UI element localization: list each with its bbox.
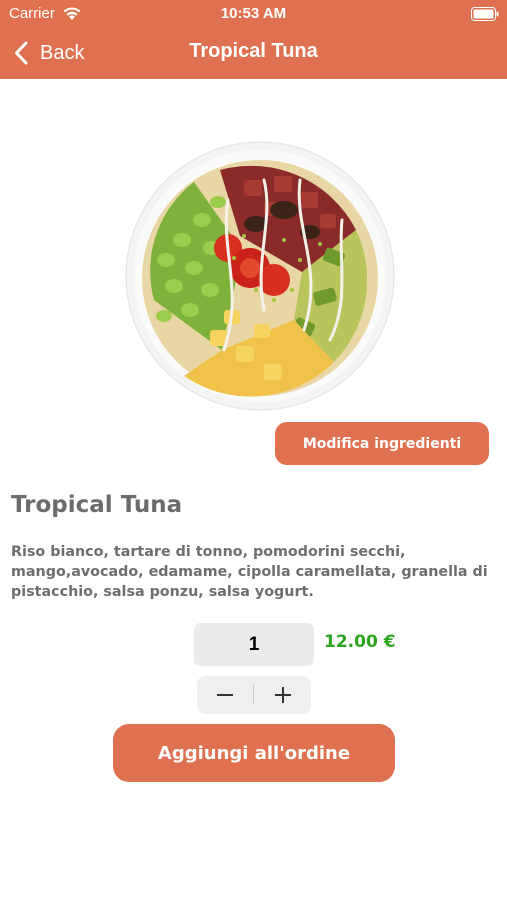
battery-icon [471,7,499,21]
product-image [125,141,395,411]
minus-icon [217,694,233,696]
header-bar: Carrier 10:53 AM Back Tropical Tuna [0,0,507,79]
status-bar: Carrier 10:53 AM [0,0,507,28]
nav-title: Tropical Tuna [189,40,318,62]
status-time: 10:53 AM [220,5,287,22]
increment-button[interactable] [255,676,311,714]
add-to-order-button[interactable]: Aggiungi all'ordine [113,724,395,782]
product-title: Tropical Tuna [11,492,183,518]
quantity-field[interactable]: 1 [194,623,314,666]
product-price: 12.00 € [324,632,396,652]
decrement-button[interactable] [197,676,253,714]
modify-ingredients-button[interactable]: Modifica ingredienti [275,422,489,465]
navigation-bar: Back Tropical Tuna [0,28,507,79]
product-description: Riso bianco, tartare di tonno, pomodorin… [11,544,488,600]
stepper-divider [253,685,254,705]
quantity-stepper [197,676,311,714]
plus-icon [275,687,291,703]
